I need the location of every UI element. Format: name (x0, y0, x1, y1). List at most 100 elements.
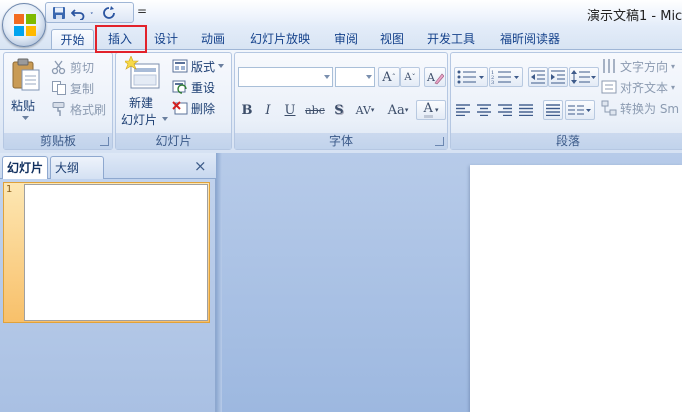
clipboard-group: 粘贴 剪切 复制 格式刷 剪贴板 (3, 52, 113, 150)
close-pane-icon[interactable]: × (194, 158, 207, 174)
increase-indent-icon (551, 70, 565, 84)
align-right-button[interactable] (496, 100, 514, 120)
paste-button[interactable]: 粘贴 (11, 97, 35, 114)
align-text-icon (601, 80, 617, 94)
grow-font-label: A (382, 69, 392, 85)
slide-number: 1 (6, 184, 13, 195)
bold-button[interactable]: B (239, 100, 255, 120)
paragraph-group-label: 段落 (451, 133, 682, 149)
clipboard-launcher-icon[interactable] (100, 137, 109, 146)
slide-thumbnail-row[interactable]: 1 (3, 182, 210, 323)
shrink-font-button[interactable]: Aˇ (400, 67, 420, 87)
new-slide-label-1[interactable]: 新建 (129, 94, 153, 111)
copy-icon (52, 81, 66, 95)
reset-icon (172, 80, 187, 94)
layout-button[interactable]: 版式 (172, 57, 225, 75)
office-button[interactable] (2, 3, 46, 47)
workspace-splitter[interactable] (216, 153, 222, 412)
slides-group: 新建 幻灯片 版式 重设 删除 幻灯片 (115, 52, 232, 150)
strikethrough-button[interactable]: abc (302, 100, 328, 120)
character-spacing-button[interactable]: AV ▾ (352, 100, 378, 120)
save-icon[interactable] (52, 6, 66, 20)
text-direction-label: 文字方向 (620, 59, 669, 74)
copy-button[interactable]: 复制 (51, 79, 94, 97)
align-center-button[interactable] (475, 100, 493, 120)
font-size-combo[interactable] (335, 67, 375, 87)
align-text-button[interactable]: 对齐文本 ▾ (601, 78, 675, 96)
new-slide-icon[interactable] (125, 56, 161, 90)
delete-label: 删除 (191, 101, 216, 116)
tab-view[interactable]: 视图 (372, 29, 412, 49)
justify-button[interactable] (517, 100, 535, 120)
slides-group-label: 幻灯片 (116, 133, 231, 149)
tab-outline[interactable]: 大纲 (50, 156, 104, 179)
svg-text:3: 3 (491, 80, 494, 85)
bullets-button[interactable] (454, 67, 488, 87)
columns-button[interactable] (565, 100, 595, 120)
clipboard-group-label: 剪贴板 (4, 133, 112, 149)
title-bar: = 演示文稿1 - Mic (0, 0, 682, 47)
new-slide-dropdown-icon[interactable] (162, 117, 168, 122)
slide-editing-area (216, 153, 682, 412)
decrease-indent-button[interactable] (528, 67, 548, 87)
format-painter-button[interactable]: 格式刷 (51, 100, 106, 118)
undo-icon[interactable] (71, 6, 85, 20)
paste-icon[interactable] (11, 58, 41, 92)
tab-slideshow[interactable]: 幻灯片放映 (240, 29, 320, 49)
bullets-icon (457, 70, 484, 84)
layout-label: 版式 (191, 59, 216, 74)
shrink-font-label: A (404, 71, 412, 83)
align-center-icon (477, 104, 491, 116)
numbering-button[interactable]: 1 2 3 (489, 67, 523, 87)
redo-icon[interactable] (102, 5, 116, 20)
text-direction-button[interactable]: 文字方向 ▾ (601, 57, 675, 75)
increase-indent-button[interactable] (548, 67, 568, 87)
font-name-dropdown-icon (324, 75, 330, 79)
cut-label: 剪切 (70, 60, 95, 75)
scissors-icon (51, 60, 66, 75)
font-size-dropdown-icon (366, 75, 372, 79)
line-spacing-icon (571, 70, 596, 84)
font-name-combo[interactable] (238, 67, 333, 87)
tab-design[interactable]: 设计 (146, 29, 186, 49)
quick-access-toolbar (45, 2, 134, 23)
font-launcher-icon[interactable] (435, 137, 444, 146)
clear-formatting-button[interactable]: A (424, 67, 446, 87)
reset-button[interactable]: 重设 (172, 78, 215, 96)
slide-canvas[interactable] (470, 165, 682, 412)
tab-review[interactable]: 审阅 (326, 29, 366, 49)
ribbon: 粘贴 剪切 复制 格式刷 剪贴板 新建 幻灯片 版式 重设 删除 幻灯片 A ˆ… (0, 49, 682, 153)
underline-button[interactable]: U (282, 100, 298, 120)
line-spacing-button[interactable] (569, 67, 599, 87)
grow-font-button[interactable]: Aˆ (378, 67, 400, 87)
undo-dropdown-icon[interactable] (90, 6, 97, 20)
font-color-button[interactable]: A ▾ (416, 100, 446, 120)
change-case-button[interactable]: Aa ▾ (383, 100, 413, 120)
tab-foxit-reader[interactable]: 福昕阅读器 (490, 29, 570, 49)
insert-tab-highlight (95, 25, 147, 53)
numbering-icon: 1 2 3 (491, 70, 519, 85)
tab-developer[interactable]: 开发工具 (418, 29, 484, 49)
copy-label: 复制 (70, 81, 95, 96)
convert-smartart-button[interactable]: 转换为 Sm (601, 99, 679, 117)
new-slide-label-2[interactable]: 幻灯片 (121, 111, 157, 128)
clear-formatting-icon: A (426, 71, 444, 85)
smartart-icon (601, 100, 617, 116)
cut-button[interactable]: 剪切 (51, 58, 94, 76)
tab-animation[interactable]: 动画 (193, 29, 233, 49)
character-spacing-label: AV (355, 103, 371, 117)
change-case-label: Aa (387, 102, 405, 118)
distributed-button[interactable] (543, 100, 563, 120)
tab-slides[interactable]: 幻灯片 (2, 156, 49, 179)
paste-dropdown-icon[interactable] (22, 116, 29, 121)
customize-qat-icon[interactable]: = (137, 4, 147, 18)
align-left-button[interactable] (454, 100, 472, 120)
italic-button[interactable]: I (260, 100, 276, 120)
format-painter-label: 格式刷 (70, 102, 107, 117)
tab-home[interactable]: 开始 (51, 29, 94, 49)
distributed-icon (546, 104, 560, 116)
delete-slide-button[interactable]: 删除 (172, 99, 215, 117)
text-shadow-button[interactable]: S (331, 100, 347, 120)
slide-thumbnail[interactable] (24, 184, 208, 321)
reset-label: 重设 (191, 80, 216, 95)
